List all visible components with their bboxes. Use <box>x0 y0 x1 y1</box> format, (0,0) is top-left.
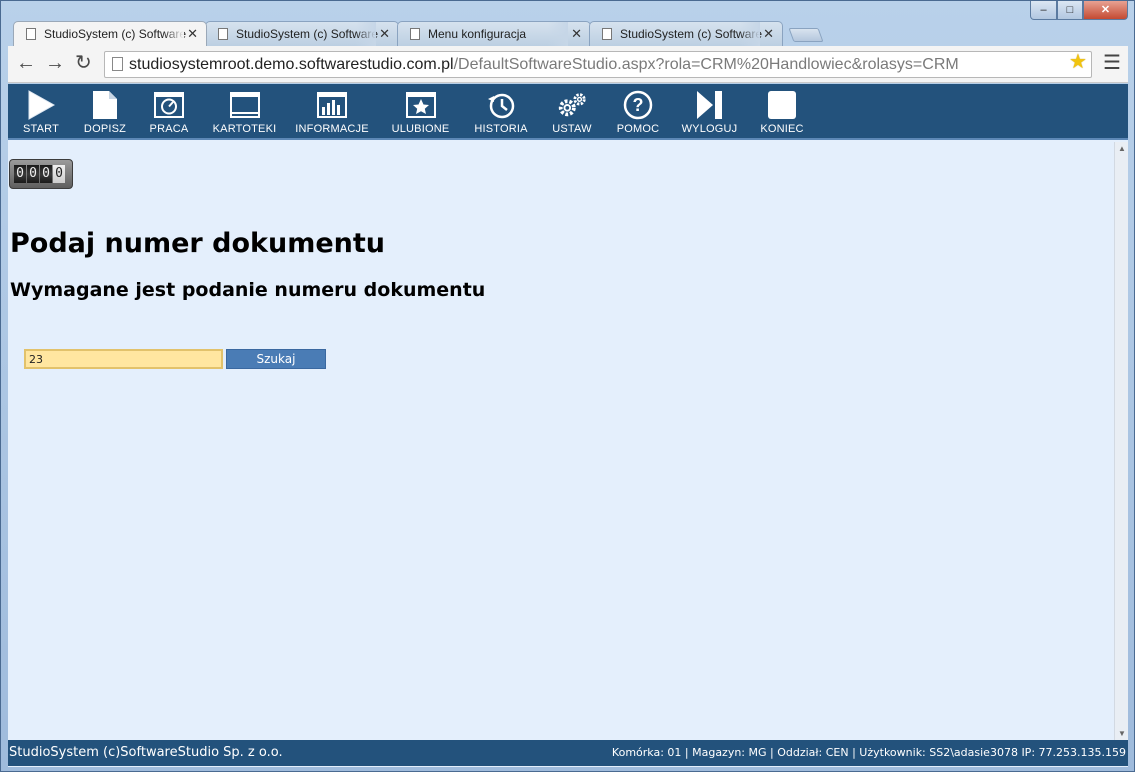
nav-koniec[interactable]: KONIEC <box>749 84 815 140</box>
page-icon <box>26 28 36 40</box>
page-icon <box>218 28 228 40</box>
nav-pomoc[interactable]: ? POMOC <box>606 84 670 140</box>
bar-chart-icon <box>316 90 348 120</box>
address-bar[interactable]: studiosystemroot.demo.softwarestudio.com… <box>104 51 1092 78</box>
browser-window: – □ ✕ StudioSystem (c) Software ✕ Studio… <box>0 0 1135 772</box>
tab-title: Menu konfiguracja <box>428 27 527 41</box>
browser-toolbar: ← → ↻ studiosystemroot.demo.softwarestud… <box>8 46 1128 83</box>
gears-icon <box>556 90 588 120</box>
minimize-button[interactable]: – <box>1030 1 1057 20</box>
nav-label: KONIEC <box>760 123 804 135</box>
browser-tab-2[interactable]: StudioSystem (c) Software ✕ <box>205 21 399 46</box>
scroll-up-icon[interactable]: ▲ <box>1118 144 1126 153</box>
bookmark-star-icon[interactable]: ★ <box>1069 49 1087 74</box>
page-icon <box>112 57 123 71</box>
url-host: studiosystemroot.demo.softwarestudio.com… <box>129 56 454 73</box>
stop-icon <box>766 90 798 120</box>
close-tab-icon[interactable]: ✕ <box>763 26 774 42</box>
page-icon <box>602 28 612 40</box>
new-tab-button[interactable] <box>788 28 824 42</box>
scroll-down-icon[interactable]: ▼ <box>1118 729 1126 738</box>
dashboard-window-icon <box>153 90 185 120</box>
nav-start[interactable]: START <box>8 84 74 140</box>
nav-wyloguj[interactable]: WYLOGUJ <box>670 84 749 140</box>
page-title: Podaj numer dokumentu <box>10 228 385 259</box>
browser-tab-4[interactable]: StudioSystem (c) Software ✕ <box>589 21 783 46</box>
nav-kartoteki[interactable]: KARTOTEKI <box>202 84 287 140</box>
nav-label: INFORMACJE <box>295 123 369 135</box>
menu-icon[interactable]: ☰ <box>1103 50 1121 75</box>
nav-label: USTAW <box>552 123 592 135</box>
visit-counter: 0 0 0 0 <box>9 159 73 189</box>
nav-label: HISTORIA <box>474 123 528 135</box>
url-path: /DefaultSoftwareStudio.aspx?rola=CRM%20H… <box>453 56 959 73</box>
app-content: START DOPISZ PRACA KARTOTEKI INFORMACJE … <box>8 84 1128 767</box>
close-tab-icon[interactable]: ✕ <box>187 26 198 42</box>
browser-tab-1[interactable]: StudioSystem (c) Software ✕ <box>13 21 207 46</box>
new-document-icon <box>89 90 121 120</box>
page-icon <box>410 28 420 40</box>
logout-icon <box>694 90 726 120</box>
session-info: Komórka: 01 | Magazyn: MG | Oddział: CEN… <box>611 746 1126 759</box>
tab-strip: StudioSystem (c) Software ✕ StudioSystem… <box>13 21 824 46</box>
nav-label: START <box>22 123 60 135</box>
tab-fade <box>548 22 568 46</box>
nav-label: WYLOGUJ <box>681 123 738 135</box>
nav-historia[interactable]: HISTORIA <box>464 84 538 140</box>
counter-digit: 0 <box>27 165 39 183</box>
copyright-text: StudioSystem (c)SoftwareStudio Sp. z o.o… <box>9 745 283 760</box>
counter-digit: 0 <box>40 165 52 183</box>
tab-fade <box>164 22 184 46</box>
back-arrow-icon[interactable]: ← <box>16 52 36 74</box>
forward-arrow-icon[interactable]: → <box>45 52 65 74</box>
nav-label: PRACA <box>149 123 189 135</box>
search-button[interactable]: Szukaj <box>226 349 326 369</box>
history-icon <box>485 90 517 120</box>
reload-icon[interactable]: ↻ <box>75 52 92 74</box>
counter-digit: 0 <box>14 165 26 183</box>
nav-ulubione[interactable]: ULUBIONE <box>377 84 464 140</box>
page-subtitle: Wymagane jest podanie numeru dokumentu <box>10 279 486 301</box>
close-window-button[interactable]: ✕ <box>1083 1 1128 20</box>
tab-fade <box>740 22 760 46</box>
nav-ustaw[interactable]: USTAW <box>538 84 606 140</box>
nav-label: ULUBIONE <box>391 123 450 135</box>
play-icon <box>25 90 57 120</box>
maximize-button[interactable]: □ <box>1057 1 1083 20</box>
nav-label: POMOC <box>616 123 660 135</box>
help-icon: ? <box>622 90 654 120</box>
tab-fade <box>356 22 376 46</box>
window-icon <box>229 90 261 120</box>
nav-praca[interactable]: PRACA <box>136 84 202 140</box>
star-window-icon <box>405 90 437 120</box>
window-controls: – □ ✕ <box>1030 1 1128 21</box>
nav-dopisz[interactable]: DOPISZ <box>74 84 136 140</box>
svg-text:?: ? <box>633 95 644 115</box>
close-tab-icon[interactable]: ✕ <box>571 26 582 42</box>
counter-digit: 0 <box>53 165 65 183</box>
nav-informacje[interactable]: INFORMACJE <box>287 84 377 140</box>
nav-label: KARTOTEKI <box>212 123 277 135</box>
status-bar: StudioSystem (c)SoftwareStudio Sp. z o.o… <box>8 740 1128 766</box>
nav-label: DOPISZ <box>83 123 127 135</box>
close-tab-icon[interactable]: ✕ <box>379 26 390 42</box>
vertical-scrollbar[interactable]: ▲ ▼ <box>1114 142 1128 740</box>
app-navigation: START DOPISZ PRACA KARTOTEKI INFORMACJE … <box>8 84 1128 140</box>
browser-tab-3[interactable]: Menu konfiguracja ✕ <box>397 21 591 46</box>
document-number-input[interactable] <box>24 349 223 369</box>
